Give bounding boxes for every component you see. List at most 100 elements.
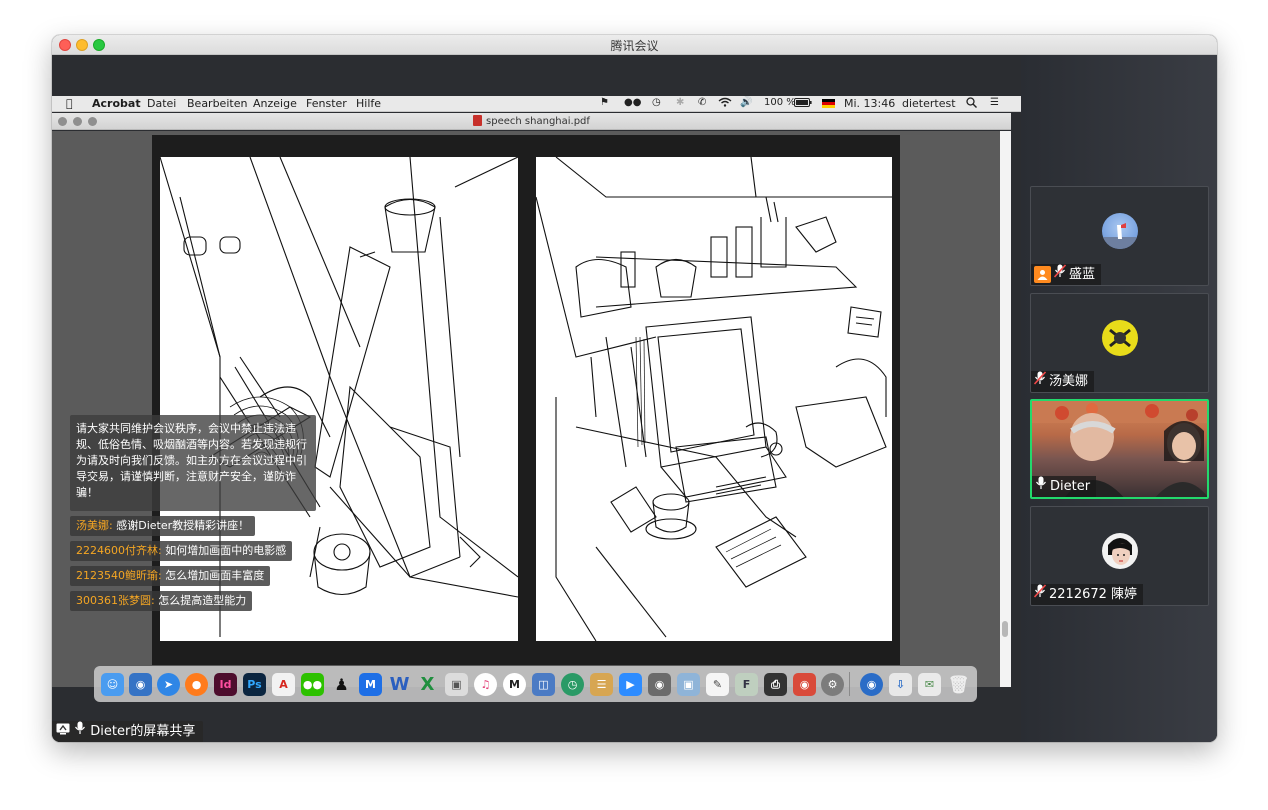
- battery-percent: 100 %: [764, 97, 796, 108]
- color-icon: ◉: [793, 673, 816, 696]
- title-bar[interactable]: 腾讯会议: [52, 35, 1217, 55]
- screenshot-icon: ◉: [648, 673, 671, 696]
- meeting-window: 腾讯会议  Acrobat Datei Bearbeiten Anzeige …: [52, 35, 1217, 742]
- wechat-icon: ●●: [301, 673, 324, 696]
- screen-share-area:  Acrobat Datei Bearbeiten Anzeige Fenst…: [52, 55, 1021, 742]
- phone-icon: ✆: [698, 97, 707, 108]
- chat-notice: 请大家共同维护会议秩序，会议中禁止违法违规、低俗色情、吸烟酗酒等内容。若发现违规…: [70, 415, 316, 511]
- printer-icon: ⎙: [764, 673, 787, 696]
- font-icon: F: [735, 673, 758, 696]
- menu-datei: Datei: [147, 97, 177, 110]
- volume-icon: 🔊: [740, 97, 753, 108]
- chat-sender: 2123540鲍昕瑜:: [76, 569, 162, 582]
- pdf-title: speech shanghai.pdf: [52, 115, 1011, 127]
- avatar: [1102, 533, 1138, 569]
- trash-icon: 🗑: [947, 674, 970, 695]
- firefox-icon: ●: [185, 673, 208, 696]
- pdf-filename: speech shanghai.pdf: [486, 116, 590, 127]
- chat-text: 如何增加画面中的电影感: [165, 544, 287, 557]
- participant-label: 2212672 陳婷: [1031, 584, 1144, 605]
- tencent-meeting-icon: M: [359, 673, 382, 696]
- participant-name: Dieter: [1050, 479, 1091, 494]
- apple-icon: : [66, 97, 73, 110]
- qq-icon: ♟: [334, 675, 349, 694]
- battery-icon: [794, 98, 812, 110]
- mic-muted-icon: [1033, 584, 1047, 605]
- microphone-icon: [74, 721, 86, 742]
- participant-name: 盛蓝: [1069, 267, 1096, 282]
- maps-icon: M: [503, 673, 526, 696]
- host-icon: [1034, 266, 1051, 283]
- dock-separator: [849, 672, 850, 696]
- archive-icon: ◫: [532, 673, 555, 696]
- chat-sender: 300361张梦圆:: [76, 594, 155, 607]
- pdf-viewer-titlebar: speech shanghai.pdf: [52, 113, 1011, 130]
- wechat-menu-icon: ●●: [624, 97, 642, 108]
- photos-icon: ▣: [677, 673, 700, 696]
- notification-center-icon: ☰: [990, 97, 999, 108]
- acrobat-icon: A: [272, 673, 295, 696]
- photoshop-icon: Ps: [243, 673, 266, 696]
- spotlight-icon: [966, 97, 977, 111]
- screen-share-label: Dieter的屏幕共享: [52, 721, 204, 742]
- shared-dock: ☺ ◉ ➤ ● Id Ps A ●● ♟ M W X ▣ ♫ M ◫ ◷ ☰ ▶…: [94, 666, 977, 702]
- chat-sender: 2224600付齐林:: [76, 544, 162, 557]
- microphone-icon: [1035, 476, 1047, 497]
- mic-muted-icon: [1033, 371, 1047, 392]
- chat-message: 300361张梦圆: 怎么提高造型能力: [70, 591, 253, 611]
- menu-app: Acrobat: [92, 97, 141, 110]
- word-icon: W: [389, 674, 410, 695]
- safari-icon: ➤: [157, 673, 180, 696]
- scroll-thumb[interactable]: [1002, 621, 1008, 637]
- participant-tile[interactable]: 汤美娜: [1030, 293, 1209, 393]
- chat-sender: 汤美娜:: [76, 519, 113, 532]
- screen-share-icon: [56, 721, 70, 742]
- window-title: 腾讯会议: [610, 39, 659, 53]
- pdf-scrollbar[interactable]: [1000, 131, 1011, 687]
- pdf-file-icon: [473, 115, 483, 126]
- mail-icon: ✉: [918, 673, 941, 696]
- mic-muted-icon: [1053, 264, 1067, 285]
- bluetooth-icon: ✱: [676, 97, 685, 108]
- preview-icon: ▣: [445, 673, 468, 696]
- avatar: [1102, 320, 1138, 356]
- notes-icon: ☰: [590, 673, 613, 696]
- itunes-icon: ♫: [474, 673, 497, 696]
- participant-name: 2212672 陳婷: [1049, 587, 1138, 602]
- participant-label: 汤美娜: [1031, 371, 1095, 392]
- settings-icon: ⚙: [821, 673, 844, 696]
- time-machine-icon: ◷: [561, 673, 584, 696]
- shared-menubar:  Acrobat Datei Bearbeiten Anzeige Fenst…: [52, 96, 1021, 112]
- chat-text: 怎么提高造型能力: [158, 594, 247, 607]
- sketch-desk-monitor: [536, 157, 892, 641]
- participant-tile[interactable]: 盛蓝: [1030, 186, 1209, 286]
- menu-bearbeiten: Bearbeiten: [187, 97, 248, 110]
- indesign-icon: Id: [214, 673, 237, 696]
- menubar-clock: Mi. 13:46: [844, 97, 896, 110]
- chat-text: 怎么增加画面丰富度: [165, 569, 265, 582]
- menu-fenster: Fenster: [306, 97, 347, 110]
- avatar: [1102, 213, 1138, 249]
- wifi-icon: [718, 97, 732, 110]
- downloads-icon: ⇩: [889, 673, 912, 696]
- menu-anzeige: Anzeige: [253, 97, 297, 110]
- participant-tile-active[interactable]: Dieter: [1030, 399, 1209, 499]
- chat-text: 感谢Dieter教授精彩讲座！: [116, 519, 250, 532]
- chat-message: 2224600付齐林: 如何增加画面中的电影感: [70, 541, 293, 561]
- participant-label: Dieter: [1032, 476, 1097, 497]
- pdf-page-right: [536, 157, 892, 641]
- network-icon: ◉: [860, 673, 883, 696]
- finder-icon: ☺: [101, 673, 124, 696]
- chat-message: 2123540鲍昕瑜: 怎么增加画面丰富度: [70, 566, 271, 586]
- participant-name: 汤美娜: [1049, 374, 1089, 389]
- german-flag-icon: [822, 99, 835, 108]
- excel-icon: X: [420, 674, 435, 695]
- menubar-user: dietertest: [902, 97, 956, 110]
- participant-label: 盛蓝: [1031, 264, 1102, 285]
- zoom-icon: ▶: [619, 673, 642, 696]
- migration-icon: ◉: [129, 673, 152, 696]
- participant-tile[interactable]: 2212672 陳婷: [1030, 506, 1209, 606]
- notification-icon: ⚑: [600, 97, 609, 108]
- menu-hilfe: Hilfe: [356, 97, 382, 110]
- textedit-icon: ✎: [706, 673, 729, 696]
